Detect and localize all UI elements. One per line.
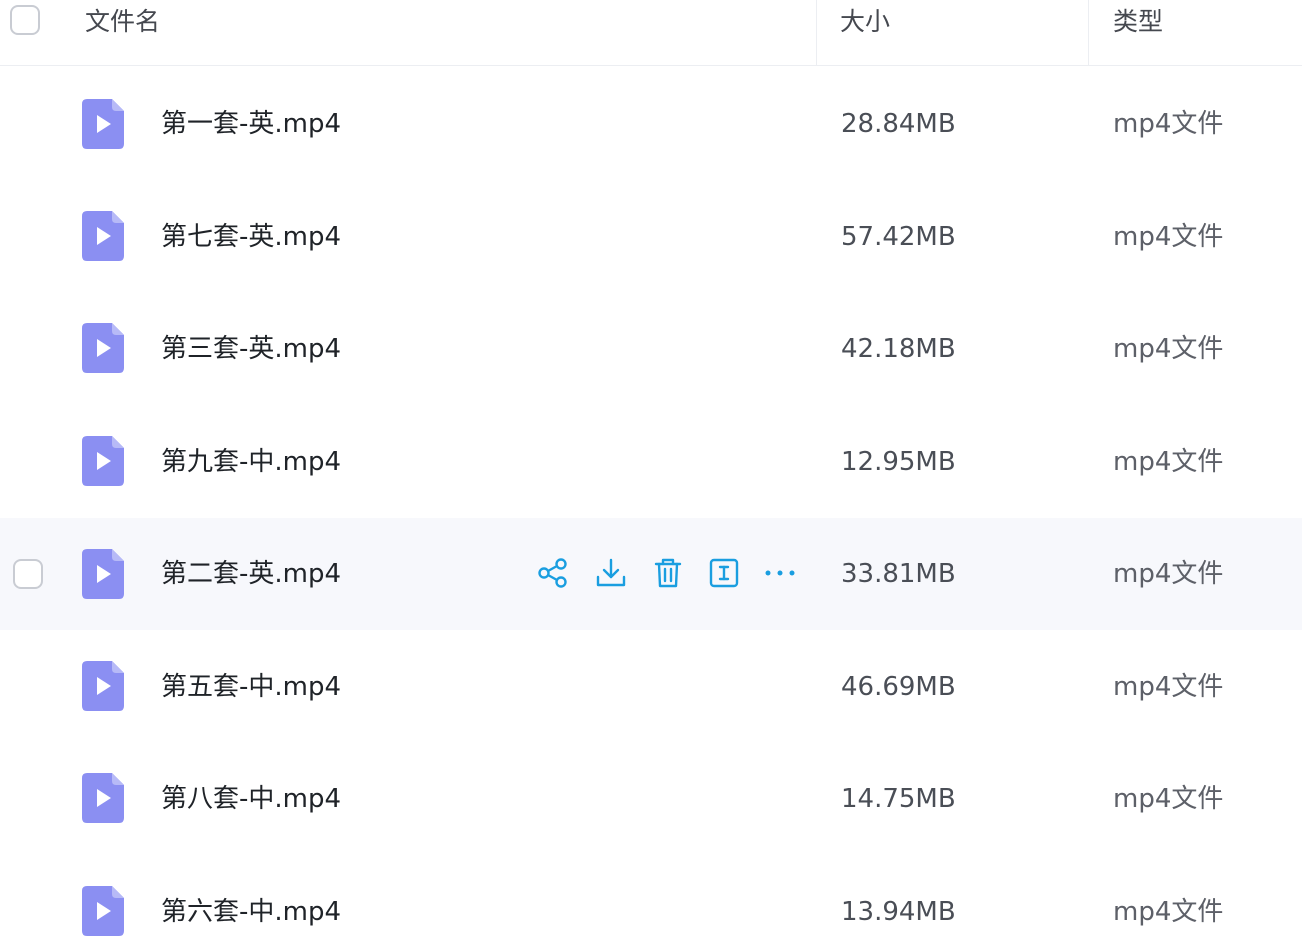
file-name[interactable]: 第七套-英.mp4 <box>161 220 341 254</box>
file-name[interactable]: 第八套-中.mp4 <box>161 782 341 816</box>
table-row[interactable]: 第六套-中.mp4 13.94MB mp4文件 <box>0 855 1302 951</box>
file-name[interactable]: 第六套-中.mp4 <box>161 895 341 929</box>
file-size: 57.42MB <box>841 222 956 252</box>
column-header-size[interactable]: 大小 <box>840 0 890 66</box>
download-button[interactable] <box>593 555 629 591</box>
share-icon <box>538 558 567 588</box>
delete-icon <box>654 558 682 588</box>
table-row[interactable]: 第七套-英.mp4 57.42MB mp4文件 <box>0 180 1302 292</box>
column-divider <box>1088 0 1089 66</box>
table-row[interactable]: 第八套-中.mp4 14.75MB mp4文件 <box>0 742 1302 854</box>
file-type: mp4文件 <box>1113 334 1224 364</box>
table-row[interactable]: 第三套-英.mp4 42.18MB mp4文件 <box>0 292 1302 404</box>
file-name[interactable]: 第三套-英.mp4 <box>161 332 341 366</box>
more-button[interactable] <box>762 555 798 591</box>
file-name[interactable]: 第五套-中.mp4 <box>161 670 341 704</box>
select-all-checkbox[interactable] <box>10 5 40 35</box>
file-type: mp4文件 <box>1113 559 1224 589</box>
table-row[interactable]: 第一套-英.mp4 28.84MB mp4文件 <box>0 68 1302 180</box>
file-size: 12.95MB <box>841 447 956 477</box>
table-row[interactable]: 第五套-中.mp4 46.69MB mp4文件 <box>0 630 1302 742</box>
video-file-icon <box>82 773 124 823</box>
column-divider <box>816 0 817 66</box>
column-header-name[interactable]: 文件名 <box>85 0 160 66</box>
file-size: 46.69MB <box>841 672 956 702</box>
file-name[interactable]: 第一套-英.mp4 <box>161 107 341 141</box>
file-type: mp4文件 <box>1113 222 1224 252</box>
video-file-icon <box>82 549 124 599</box>
file-type: mp4文件 <box>1113 447 1224 477</box>
video-file-icon <box>82 99 124 149</box>
table-header: 文件名 大小 类型 <box>0 0 1302 66</box>
file-type: mp4文件 <box>1113 672 1224 702</box>
video-file-icon <box>82 323 124 373</box>
rename-icon <box>709 558 739 588</box>
video-file-icon <box>82 436 124 486</box>
file-size: 14.75MB <box>841 784 956 814</box>
file-size: 33.81MB <box>841 559 956 589</box>
video-file-icon <box>82 886 124 936</box>
delete-button[interactable] <box>650 555 686 591</box>
row-checkbox[interactable] <box>13 559 43 589</box>
rename-button[interactable] <box>706 555 742 591</box>
video-file-icon <box>82 661 124 711</box>
table-row[interactable]: 第九套-中.mp4 12.95MB mp4文件 <box>0 405 1302 517</box>
file-type: mp4文件 <box>1113 784 1224 814</box>
file-name[interactable]: 第九套-中.mp4 <box>161 445 341 479</box>
file-type: mp4文件 <box>1113 897 1224 927</box>
file-size: 28.84MB <box>841 109 956 139</box>
file-type: mp4文件 <box>1113 109 1224 139</box>
file-name[interactable]: 第二套-英.mp4 <box>161 557 341 591</box>
file-size: 42.18MB <box>841 334 956 364</box>
more-icon <box>765 570 795 576</box>
table-row-hovered[interactable]: 第二套-英.mp4 33.81MB mp4文件 <box>0 518 1302 630</box>
video-file-icon <box>82 211 124 261</box>
file-table: 文件名 大小 类型 第一套-英.mp4 28.84MB mp4文件 第七套-英.… <box>0 0 1302 951</box>
column-header-type[interactable]: 类型 <box>1113 0 1163 66</box>
share-button[interactable] <box>535 555 571 591</box>
file-size: 13.94MB <box>841 897 956 927</box>
download-icon <box>596 558 626 587</box>
